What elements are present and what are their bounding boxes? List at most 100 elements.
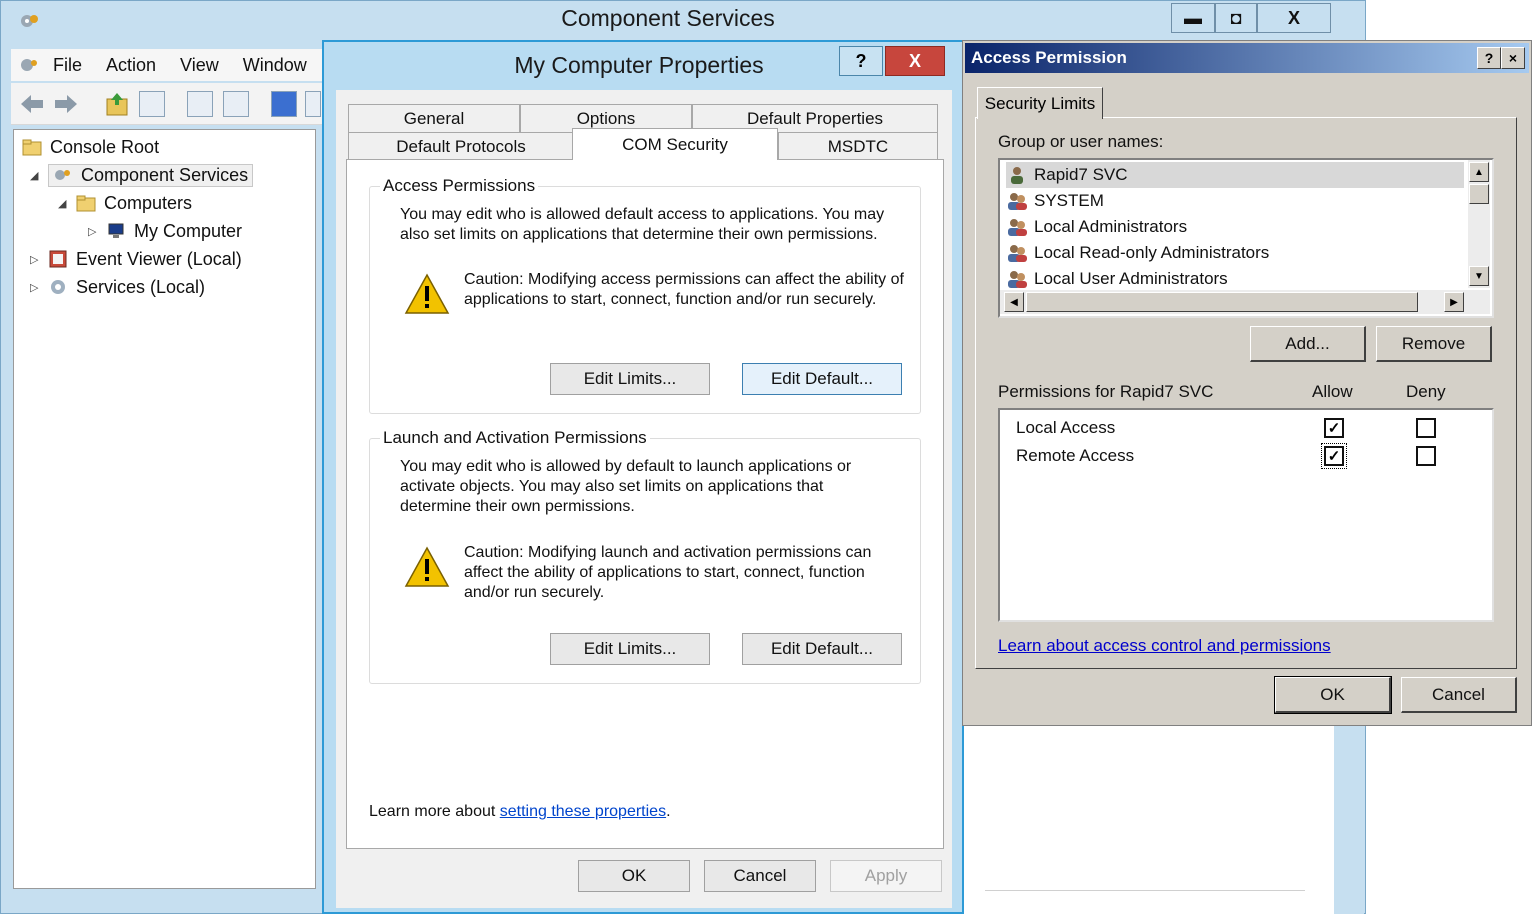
local-access-deny-checkbox[interactable] [1416, 418, 1436, 438]
tree-item-computers[interactable]: ◢ Computers [58, 190, 192, 216]
horizontal-scroll-thumb[interactable] [1026, 292, 1418, 312]
folder-icon [22, 139, 42, 156]
tree-item-my-computer[interactable]: ▷ My Computer [88, 218, 242, 244]
launch-edit-default-button[interactable]: Edit Default... [742, 633, 902, 665]
user-item-local-read-only-administrators[interactable]: Local Read-only Administrators [1006, 240, 1464, 266]
tab-com-security[interactable]: COM Security [572, 128, 778, 160]
access-edit-limits-button[interactable]: Edit Limits... [550, 363, 710, 395]
tab-general[interactable]: General [348, 104, 520, 132]
permission-local-access: Local Access [1016, 418, 1116, 437]
user-item-local-administrators[interactable]: Local Administrators [1006, 214, 1464, 240]
security-limits-page: Group or user names: Rapid7 SVC SYSTEM L… [975, 117, 1517, 669]
user-item-rapid7-svc[interactable]: Rapid7 SVC [1006, 162, 1464, 188]
cancel-button[interactable]: Cancel [704, 860, 816, 892]
collapsed-arrow-icon[interactable]: ▷ [30, 253, 42, 266]
remove-button[interactable]: Remove [1376, 326, 1492, 362]
tab-msdtc[interactable]: MSDTC [778, 132, 938, 160]
learn-more-prefix: Learn more about [369, 803, 500, 820]
collapsed-arrow-icon[interactable]: ▷ [30, 281, 42, 294]
tree-label: Component Services [81, 164, 249, 185]
close-button[interactable]: × [1501, 47, 1525, 69]
menu-bar: File Action View Window [11, 49, 327, 81]
tab-default-protocols[interactable]: Default Protocols [348, 132, 574, 160]
back-arrow-icon[interactable] [19, 93, 45, 115]
com-security-page: Access Permissions You may edit who is a… [346, 159, 944, 849]
user-name: Local Administrators [1034, 217, 1188, 236]
window-title: Component Services [561, 5, 775, 31]
scroll-right-arrow-icon[interactable]: ▶ [1444, 292, 1464, 312]
local-access-allow-checkbox[interactable]: ✓ [1324, 418, 1344, 438]
tab-security-limits[interactable]: Security Limits [977, 87, 1103, 119]
menu-action[interactable]: Action [94, 55, 168, 76]
launch-edit-limits-button[interactable]: Edit Limits... [550, 633, 710, 665]
minimize-button[interactable]: ▬ [1171, 3, 1215, 33]
folder-icon [76, 195, 96, 212]
tree-item-component-services[interactable]: ◢ Component Services [30, 162, 254, 188]
forward-arrow-icon[interactable] [53, 93, 79, 115]
deny-column-header: Deny [1406, 382, 1446, 401]
expanded-arrow-icon[interactable]: ◢ [58, 197, 70, 210]
ok-button[interactable]: OK [1274, 676, 1392, 714]
user-name: Local User Administrators [1034, 269, 1228, 288]
tree-item-event-viewer[interactable]: ▷ Event Viewer (Local) [30, 246, 242, 272]
user-item-system[interactable]: SYSTEM [1006, 188, 1464, 214]
tree-item-services[interactable]: ▷ Services (Local) [30, 274, 205, 300]
cancel-button[interactable]: Cancel [1401, 677, 1517, 713]
menu-view[interactable]: View [168, 55, 231, 76]
user-item-local-user-administrators[interactable]: Local User Administrators [1006, 266, 1464, 292]
apply-button[interactable]: Apply [830, 860, 942, 892]
computer-icon [108, 223, 124, 238]
access-edit-default-button[interactable]: Edit Default... [742, 363, 902, 395]
user-icon [1011, 167, 1023, 184]
scroll-thumb[interactable] [1469, 184, 1489, 204]
ok-button[interactable]: OK [578, 860, 690, 892]
remote-access-deny-checkbox[interactable] [1416, 446, 1436, 466]
event-viewer-icon [49, 250, 67, 268]
close-button[interactable]: X [885, 46, 945, 76]
scroll-left-arrow-icon[interactable]: ◀ [1004, 292, 1024, 312]
expanded-arrow-icon[interactable]: ◢ [30, 169, 42, 182]
scroll-up-arrow-icon[interactable]: ▲ [1469, 162, 1489, 182]
access-control-link[interactable]: Learn about access control and permissio… [998, 636, 1331, 656]
launch-caution: Caution: Modifying launch and activation… [464, 544, 872, 601]
group-icon [1008, 245, 1027, 262]
close-button[interactable]: X [1257, 3, 1331, 33]
help-button[interactable]: ? [839, 46, 883, 76]
group-icon [1008, 219, 1027, 236]
toolbar [11, 83, 327, 125]
warning-icon [404, 546, 450, 587]
scroll-down-arrow-icon[interactable]: ▼ [1469, 266, 1489, 286]
group-or-user-names-label: Group or user names: [998, 132, 1164, 151]
console-tree: Console Root ◢ Component Services ◢ Comp… [13, 129, 316, 889]
collapsed-arrow-icon[interactable]: ▷ [88, 225, 100, 238]
menu-window[interactable]: Window [231, 55, 319, 76]
help-icon[interactable] [271, 91, 297, 117]
export-list-icon[interactable] [187, 91, 213, 117]
user-name: Rapid7 SVC [1034, 165, 1128, 184]
tree-item-console-root[interactable]: Console Root [22, 134, 159, 160]
tree-label: Services (Local) [76, 276, 206, 297]
permission-remote-access: Remote Access [1016, 446, 1135, 465]
help-button[interactable]: ? [1477, 47, 1501, 69]
access-permission-dialog: Access Permission ? × Security Limits Gr… [962, 40, 1532, 726]
access-description: You may edit who is allowed default acce… [400, 206, 885, 243]
learn-more-text: Learn more about setting these propertie… [369, 802, 671, 822]
window-border-strip [1334, 726, 1364, 914]
up-folder-icon[interactable] [105, 91, 129, 117]
result-pane-fragment [962, 726, 1334, 914]
my-computer-properties-dialog: My Computer Properties ? X General Optio… [322, 40, 964, 914]
warning-icon [404, 273, 450, 314]
console-icon[interactable] [305, 91, 321, 117]
group-title: Access Permissions [380, 176, 539, 196]
show-hide-tree-icon[interactable] [139, 91, 165, 117]
add-button[interactable]: Add... [1250, 326, 1366, 362]
tree-label: My Computer [134, 220, 243, 241]
properties-icon[interactable] [223, 91, 249, 117]
remote-access-allow-checkbox[interactable]: ✓ [1321, 443, 1347, 469]
setting-properties-link[interactable]: setting these properties [500, 803, 666, 820]
access-permissions-group: Access Permissions You may edit who is a… [369, 176, 921, 414]
user-name: SYSTEM [1034, 191, 1104, 210]
launch-permissions-group: Launch and Activation Permissions You ma… [369, 428, 921, 684]
maximize-button[interactable]: ◘ [1215, 3, 1257, 33]
menu-file[interactable]: File [41, 55, 94, 76]
